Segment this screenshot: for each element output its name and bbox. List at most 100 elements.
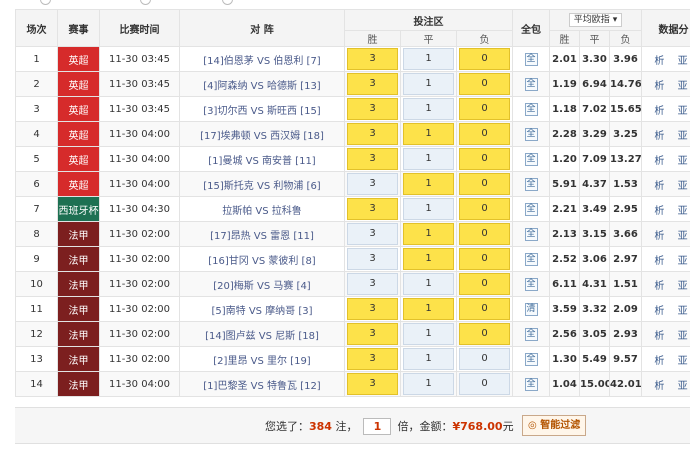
select-all-checkbox[interactable]: 全 xyxy=(524,277,538,291)
bet-win-option[interactable]: 3 xyxy=(347,248,398,270)
bet-lose-option[interactable]: 0 xyxy=(459,373,511,395)
league-badge[interactable]: 西班牙杯 xyxy=(57,196,100,222)
home-team[interactable]: [17]埃弗顿 xyxy=(200,131,251,142)
match-teams[interactable]: [14]伯恩茅 VS 伯恩利 [7] xyxy=(179,46,345,72)
select-all-checkbox[interactable]: 全 xyxy=(524,327,538,341)
league-badge[interactable]: 法甲 xyxy=(57,246,100,272)
away-team[interactable]: 蒙彼利 [8] xyxy=(268,256,315,267)
data-links[interactable]: 析 亚 xyxy=(641,321,690,347)
league-badge[interactable]: 法甲 xyxy=(57,371,100,397)
bet-lose-option[interactable]: 0 xyxy=(459,323,511,345)
league-badge[interactable]: 法甲 xyxy=(57,321,100,347)
bet-lose-option[interactable]: 0 xyxy=(459,73,511,95)
bet-lose-option[interactable]: 0 xyxy=(459,248,511,270)
bet-draw-option[interactable]: 1 xyxy=(403,73,454,95)
match-teams[interactable]: [17]埃弗顿 VS 西汉姆 [18] xyxy=(179,121,345,147)
bet-lose-option[interactable]: 0 xyxy=(459,148,511,170)
bet-draw-option[interactable]: 1 xyxy=(403,173,454,195)
home-team[interactable]: [5]南特 xyxy=(211,306,245,317)
home-team[interactable]: [1]曼城 xyxy=(208,156,242,167)
data-links[interactable]: 析 亚 xyxy=(641,121,690,147)
away-team[interactable]: 尼斯 [18] xyxy=(275,331,319,342)
bet-win-option[interactable]: 3 xyxy=(347,223,398,245)
bet-draw-option[interactable]: 1 xyxy=(403,273,454,295)
radio-icon[interactable] xyxy=(222,0,233,5)
bet-draw-option[interactable]: 1 xyxy=(403,373,454,395)
away-team[interactable]: 特鲁瓦 [12] xyxy=(267,381,321,392)
data-links[interactable]: 析 亚 xyxy=(641,146,690,172)
bet-draw-option[interactable]: 1 xyxy=(403,48,454,70)
home-team[interactable]: 拉斯帕 xyxy=(222,206,252,217)
home-team[interactable]: [20]梅斯 xyxy=(213,281,254,292)
multiple-input[interactable]: 1 xyxy=(363,418,392,435)
bet-draw-option[interactable]: 1 xyxy=(403,348,454,370)
data-links[interactable]: 析 亚 xyxy=(641,346,690,372)
home-team[interactable]: [4]阿森纳 xyxy=(203,81,247,92)
bet-win-option[interactable]: 3 xyxy=(347,323,398,345)
league-badge[interactable]: 英超 xyxy=(57,71,100,97)
bet-lose-option[interactable]: 0 xyxy=(459,48,511,70)
bet-lose-option[interactable]: 0 xyxy=(459,198,511,220)
home-team[interactable]: [17]昂热 xyxy=(210,231,251,242)
bet-lose-option[interactable]: 0 xyxy=(459,173,511,195)
bet-lose-option[interactable]: 0 xyxy=(459,348,511,370)
away-team[interactable]: 西汉姆 [18] xyxy=(270,131,324,142)
match-teams[interactable]: [5]南特 VS 摩纳哥 [3] xyxy=(179,296,345,322)
data-links[interactable]: 析 亚 xyxy=(641,46,690,72)
league-badge[interactable]: 英超 xyxy=(57,146,100,172)
data-links[interactable]: 析 亚 xyxy=(641,371,690,397)
data-links[interactable]: 析 亚 xyxy=(641,96,690,122)
select-all-checkbox[interactable]: 全 xyxy=(524,377,538,391)
bet-win-option[interactable]: 3 xyxy=(347,348,398,370)
bet-win-option[interactable]: 3 xyxy=(347,373,398,395)
away-team[interactable]: 斯旺西 [15] xyxy=(267,106,321,117)
match-teams[interactable]: [4]阿森纳 VS 哈德斯 [13] xyxy=(179,71,345,97)
match-teams[interactable]: [16]甘冈 VS 蒙彼利 [8] xyxy=(179,246,345,272)
league-badge[interactable]: 法甲 xyxy=(57,296,100,322)
bet-lose-option[interactable]: 0 xyxy=(459,223,511,245)
away-team[interactable]: 伯恩利 [7] xyxy=(273,56,320,67)
away-team[interactable]: 南安普 [11] xyxy=(262,156,316,167)
home-team[interactable]: [14]图卢兹 xyxy=(205,331,256,342)
select-all-checkbox[interactable]: 全 xyxy=(524,202,538,216)
away-team[interactable]: 里尔 [19] xyxy=(267,356,311,367)
home-team[interactable]: [1]巴黎圣 xyxy=(203,381,247,392)
select-all-checkbox[interactable]: 全 xyxy=(524,177,538,191)
league-badge[interactable]: 英超 xyxy=(57,121,100,147)
bet-win-option[interactable]: 3 xyxy=(347,73,398,95)
bet-lose-option[interactable]: 0 xyxy=(459,123,511,145)
bet-win-option[interactable]: 3 xyxy=(347,273,398,295)
radio-icon[interactable] xyxy=(40,0,51,5)
data-links[interactable]: 析 亚 xyxy=(641,271,690,297)
col-header-odds[interactable]: 平均欧指 ▾ xyxy=(549,9,643,31)
bet-draw-option[interactable]: 1 xyxy=(403,298,454,320)
bet-win-option[interactable]: 3 xyxy=(347,123,398,145)
league-badge[interactable]: 英超 xyxy=(57,171,100,197)
league-badge[interactable]: 英超 xyxy=(57,46,100,72)
match-teams[interactable]: [2]里昂 VS 里尔 [19] xyxy=(179,346,345,372)
bet-draw-option[interactable]: 1 xyxy=(403,98,454,120)
select-all-checkbox[interactable]: 全 xyxy=(524,102,538,116)
bet-win-option[interactable]: 3 xyxy=(347,173,398,195)
select-all-checkbox[interactable]: 全 xyxy=(524,52,538,66)
match-teams[interactable]: [15]斯托克 VS 利物浦 [6] xyxy=(179,171,345,197)
match-teams[interactable]: [1]巴黎圣 VS 特鲁瓦 [12] xyxy=(179,371,345,397)
home-team[interactable]: [3]切尔西 xyxy=(203,106,247,117)
match-teams[interactable]: [20]梅斯 VS 马赛 [4] xyxy=(179,271,345,297)
radio-icon[interactable] xyxy=(140,0,151,5)
select-all-checkbox[interactable]: 全 xyxy=(524,227,538,241)
select-all-checkbox[interactable]: 全 xyxy=(524,127,538,141)
away-team[interactable]: 拉科鲁 xyxy=(272,206,302,217)
bet-win-option[interactable]: 3 xyxy=(347,48,398,70)
league-badge[interactable]: 英超 xyxy=(57,96,100,122)
match-teams[interactable]: [17]昂热 VS 雷恩 [11] xyxy=(179,221,345,247)
select-all-checkbox[interactable]: 全 xyxy=(524,252,538,266)
select-all-checkbox[interactable]: 清 xyxy=(524,302,538,316)
bet-lose-option[interactable]: 0 xyxy=(459,98,511,120)
home-team[interactable]: [2]里昂 xyxy=(213,356,247,367)
home-team[interactable]: [15]斯托克 xyxy=(203,181,254,192)
bet-win-option[interactable]: 3 xyxy=(347,198,398,220)
bet-draw-option[interactable]: 1 xyxy=(403,148,454,170)
home-team[interactable]: [14]伯恩茅 xyxy=(203,56,254,67)
away-team[interactable]: 雷恩 [11] xyxy=(270,231,314,242)
